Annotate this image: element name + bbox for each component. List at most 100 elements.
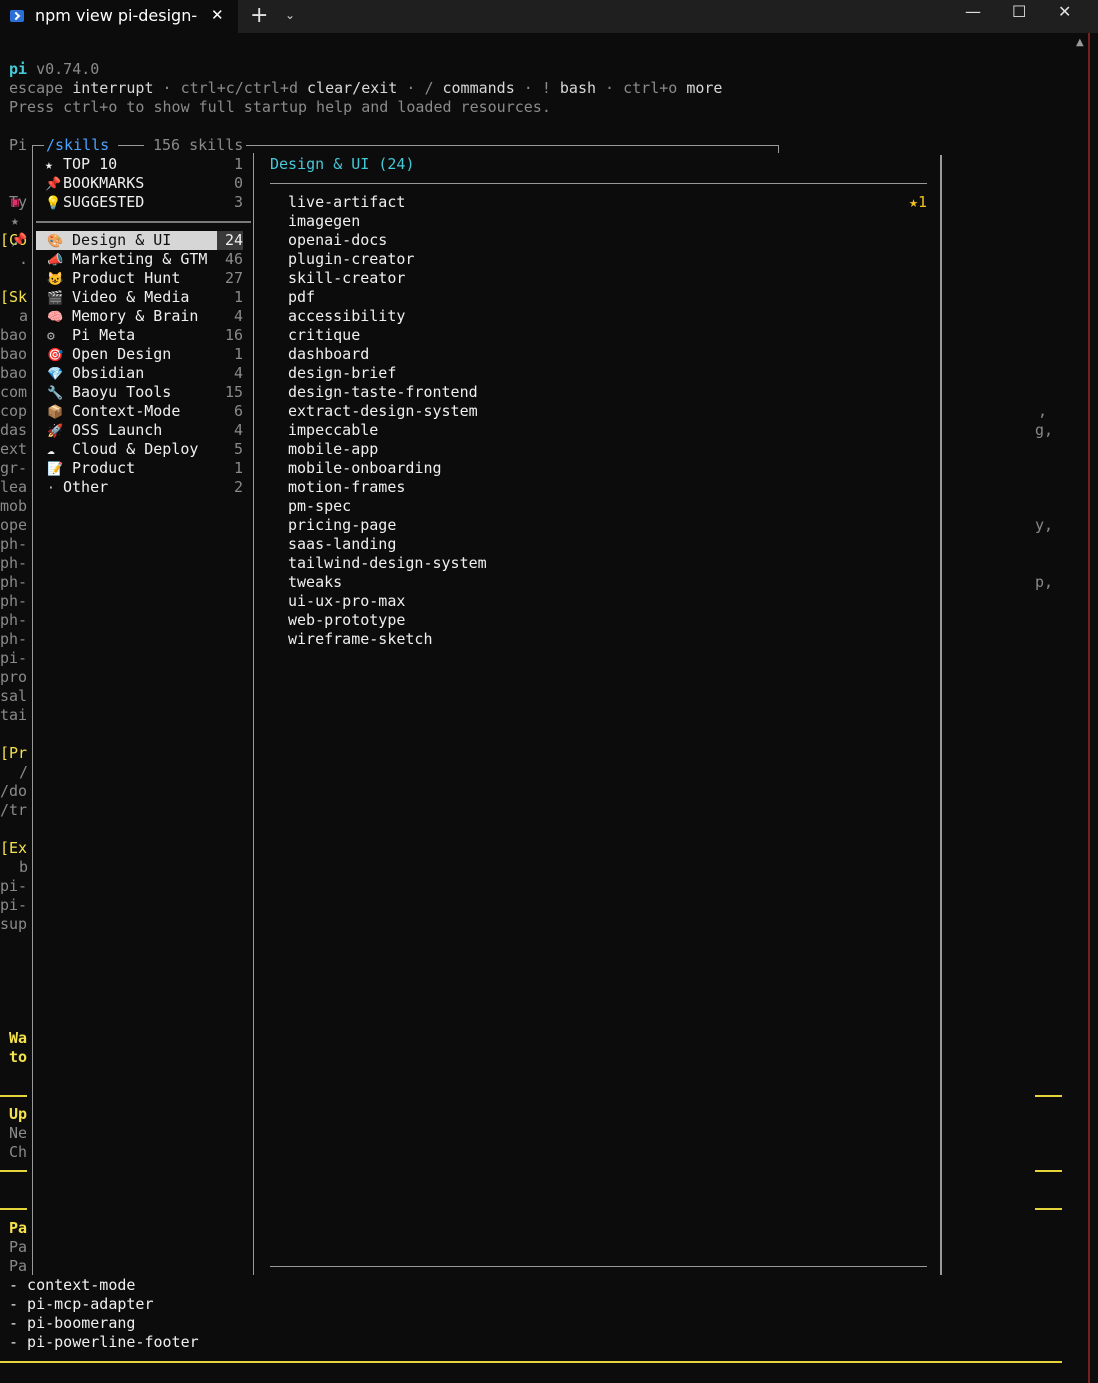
background-fragment: Up bbox=[9, 1105, 28, 1123]
background-fragment: Pa bbox=[9, 1238, 28, 1256]
sidebar-item-context-mode[interactable]: 📦 Context-Mode bbox=[47, 402, 180, 421]
sidebar-separator bbox=[36, 221, 251, 223]
extension-list-item: - context-mode bbox=[9, 1276, 136, 1294]
skill-item[interactable]: pricing-page bbox=[288, 516, 396, 535]
skill-item[interactable]: mobile-app bbox=[288, 440, 378, 459]
skill-item[interactable]: impeccable bbox=[288, 421, 378, 440]
skill-item[interactable]: web-prototype bbox=[288, 611, 405, 630]
scrollbar[interactable]: ▲ bbox=[1072, 33, 1089, 1383]
sidebar-item-count: 3 bbox=[234, 193, 244, 211]
sidebar-item-design-ui[interactable]: 🎨 Design & UI bbox=[47, 231, 171, 250]
sidebar-item-cloud-deploy[interactable]: ☁ Cloud & Deploy bbox=[47, 440, 198, 459]
sidebar-item-product-hunt[interactable]: 😺 Product Hunt bbox=[47, 269, 180, 288]
skill-item[interactable]: tailwind-design-system bbox=[288, 554, 487, 573]
background-fragment: das bbox=[0, 421, 28, 439]
scroll-up-icon[interactable]: ▲ bbox=[1076, 37, 1084, 48]
background-fragment: Ne bbox=[9, 1124, 28, 1142]
background-icon: ▣ bbox=[11, 195, 19, 210]
palette-icon: 🎨 bbox=[47, 234, 64, 249]
window-titlebar: npm view pi-design- ✕ + ⌄ — ☐ ✕ bbox=[0, 0, 1098, 33]
brain-icon: 🧠 bbox=[47, 310, 64, 325]
skill-item[interactable]: critique bbox=[288, 326, 360, 345]
background-fragment: sal bbox=[0, 687, 28, 705]
skill-item[interactable]: skill-creator bbox=[288, 269, 405, 288]
background-fragment: , bbox=[1038, 402, 1048, 420]
sidebar-item-marketing-gtm[interactable]: 📣 Marketing & GTM bbox=[47, 250, 207, 269]
background-fragment: ph- bbox=[0, 611, 28, 629]
sidebar-item-top-10[interactable]: ★ TOP 10 bbox=[45, 155, 117, 174]
sidebar-item-count: 27 bbox=[225, 269, 244, 287]
background-fragment: p, bbox=[1035, 573, 1054, 591]
sidebar-item-suggested[interactable]: 💡 SUGGESTED bbox=[45, 193, 144, 212]
skill-item[interactable]: extract-design-system bbox=[288, 402, 478, 421]
sidebar-item-pi-meta[interactable]: ⚙ Pi Meta bbox=[47, 326, 135, 345]
background-fragment: a bbox=[19, 307, 29, 325]
sidebar-item-count: 46 bbox=[225, 250, 244, 268]
skill-item[interactable]: pm-spec bbox=[288, 497, 351, 516]
key-action: commands bbox=[442, 79, 515, 97]
tab-dropdown-button[interactable]: ⌄ bbox=[285, 8, 295, 22]
sidebar-item-label: Video & Media bbox=[72, 288, 190, 306]
sidebar-item-label: Open Design bbox=[72, 345, 172, 363]
close-window-button[interactable]: ✕ bbox=[1058, 2, 1071, 21]
extension-list-item: - pi-powerline-footer bbox=[9, 1333, 199, 1351]
skill-item[interactable]: imagegen bbox=[288, 212, 360, 231]
frame-top-border bbox=[246, 145, 779, 146]
yellow-rule-full bbox=[0, 1361, 1062, 1363]
memo-icon: 📝 bbox=[47, 462, 64, 477]
sidebar-item-label: Context-Mode bbox=[72, 402, 181, 420]
background-fragment: / bbox=[19, 763, 29, 781]
tab-close-button[interactable]: ✕ bbox=[211, 6, 224, 24]
skill-item[interactable]: wireframe-sketch bbox=[288, 630, 433, 649]
maximize-button[interactable]: ☐ bbox=[1012, 2, 1026, 21]
background-fragment: y, bbox=[1035, 516, 1054, 534]
sidebar-item-label: BOOKMARKS bbox=[63, 174, 145, 192]
new-tab-button[interactable]: + bbox=[250, 3, 268, 28]
background-fragment: pi- bbox=[0, 649, 28, 667]
background-fragment: Pa bbox=[9, 1219, 28, 1237]
skill-item[interactable]: pdf bbox=[288, 288, 315, 307]
background-fragment: /tr bbox=[0, 801, 28, 819]
sidebar-item-obsidian[interactable]: 💎 Obsidian bbox=[47, 364, 144, 383]
skill-item[interactable]: tweaks bbox=[288, 573, 342, 592]
background-fragment: pi- bbox=[0, 896, 28, 914]
sidebar-item-other[interactable]: · Other bbox=[47, 478, 108, 497]
background-fragment: sup bbox=[0, 915, 28, 933]
sidebar-item-count: 0 bbox=[234, 174, 244, 192]
sidebar-item-memory-brain[interactable]: 🧠 Memory & Brain bbox=[47, 307, 198, 326]
skill-item[interactable]: accessibility bbox=[288, 307, 405, 326]
skill-item[interactable]: dashboard bbox=[288, 345, 369, 364]
sidebar-item-baoyu-tools[interactable]: 🔧 Baoyu Tools bbox=[47, 383, 171, 402]
background-fragment: ph- bbox=[0, 535, 28, 553]
sidebar-item-bookmarks[interactable]: 📌 BOOKMARKS bbox=[45, 174, 144, 193]
sidebar-item-video-media[interactable]: 🎬 Video & Media bbox=[47, 288, 189, 307]
skill-item[interactable]: live-artifact bbox=[288, 193, 405, 212]
skill-item[interactable]: saas-landing bbox=[288, 535, 396, 554]
background-icon: 📌 bbox=[11, 233, 28, 248]
sidebar-item-label: Product bbox=[72, 459, 136, 477]
skill-item[interactable]: design-taste-frontend bbox=[288, 383, 478, 402]
background-fragment: bao bbox=[0, 364, 28, 382]
gem-icon: 💎 bbox=[47, 367, 64, 382]
key-separator: · bbox=[596, 79, 624, 97]
skill-item[interactable]: motion-frames bbox=[288, 478, 405, 497]
skill-item[interactable]: ui-ux-pro-max bbox=[288, 592, 405, 611]
minimize-button[interactable]: — bbox=[965, 2, 981, 21]
key-name: ctrl+o bbox=[623, 79, 678, 97]
sidebar-item-label: Memory & Brain bbox=[72, 307, 199, 325]
skill-item[interactable]: plugin-creator bbox=[288, 250, 414, 269]
skill-item[interactable]: mobile-onboarding bbox=[288, 459, 442, 478]
background-fragment: ope bbox=[0, 516, 28, 534]
background-fragment: [Pr bbox=[0, 744, 28, 762]
skill-item[interactable]: openai-docs bbox=[288, 231, 387, 250]
sidebar-item-open-design[interactable]: 🎯 Open Design bbox=[47, 345, 171, 364]
sidebar-item-product[interactable]: 📝 Product bbox=[47, 459, 135, 478]
key-separator: · bbox=[153, 79, 181, 97]
sidebar-item-oss-launch[interactable]: 🚀 OSS Launch bbox=[47, 421, 162, 440]
terminal-tab[interactable]: npm view pi-design- ✕ bbox=[0, 0, 238, 33]
skill-item[interactable]: design-brief bbox=[288, 364, 396, 383]
key-action: bash bbox=[559, 79, 597, 97]
key-name: ! bbox=[541, 79, 551, 97]
detail-bottom-rule bbox=[270, 1266, 927, 1267]
app-version: v0.74.0 bbox=[36, 60, 100, 78]
